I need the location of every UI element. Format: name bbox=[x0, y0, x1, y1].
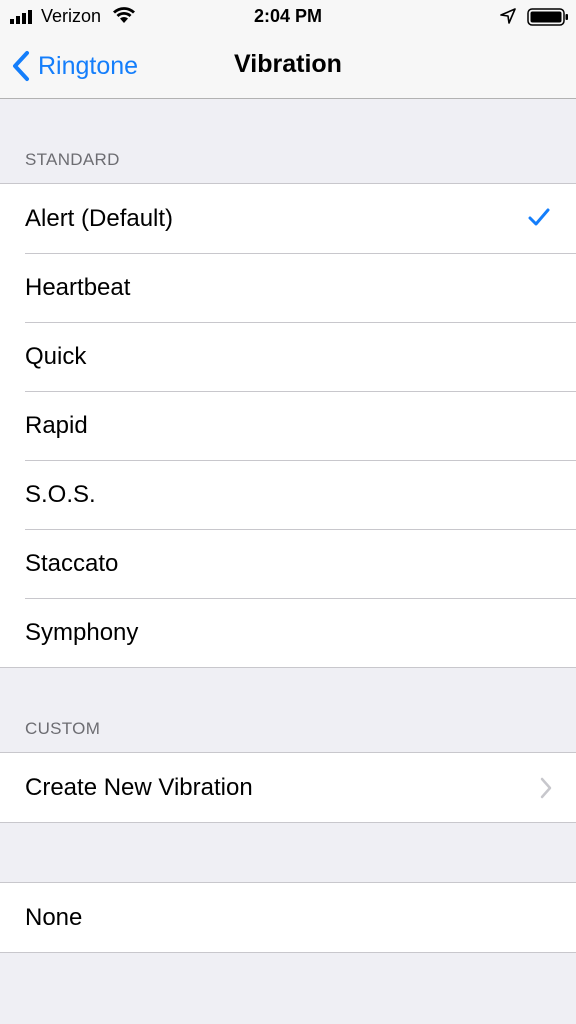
list-item-label: None bbox=[25, 903, 83, 931]
location-icon bbox=[500, 8, 516, 24]
status-bar: Verizon 2:04 PM bbox=[0, 0, 576, 34]
list-item-symphony[interactable]: Symphony bbox=[0, 598, 576, 667]
status-time: 2:04 PM bbox=[253, 6, 323, 26]
list-item-sos[interactable]: S.O.S. bbox=[0, 460, 576, 529]
battery-icon bbox=[527, 8, 568, 26]
list-item-quick[interactable]: Quick bbox=[0, 322, 576, 391]
page-title: Vibration bbox=[234, 50, 342, 78]
list-item-label: Create New Vibration bbox=[25, 773, 253, 801]
list-item-staccato[interactable]: Staccato bbox=[0, 529, 576, 598]
section-header-custom: CUSTOM bbox=[25, 719, 101, 738]
list-item-label: Quick bbox=[25, 342, 87, 370]
list-item-label: Rapid bbox=[25, 411, 88, 439]
list-item-label: S.O.S. bbox=[25, 480, 96, 508]
list-item-label: Heartbeat bbox=[25, 273, 131, 301]
list-item-label: Symphony bbox=[25, 618, 139, 646]
list-item-label: Staccato bbox=[25, 549, 119, 577]
none-list: None bbox=[0, 882, 576, 953]
create-new-vibration-item[interactable]: Create New Vibration bbox=[0, 753, 576, 822]
list-item-none[interactable]: None bbox=[0, 883, 576, 952]
chevron-right-icon bbox=[540, 777, 552, 799]
list-item-heartbeat[interactable]: Heartbeat bbox=[0, 253, 576, 322]
custom-list: Create New Vibration bbox=[0, 752, 576, 823]
list-item-label: Alert (Default) bbox=[25, 204, 174, 232]
standard-list: Alert (Default) Heartbeat Quick Rapid S.… bbox=[0, 183, 576, 668]
navigation-bar: Ringtone Vibration bbox=[0, 34, 576, 99]
list-item-alert-default[interactable]: Alert (Default) bbox=[0, 184, 576, 253]
checkmark-icon bbox=[528, 208, 550, 226]
list-item-rapid[interactable]: Rapid bbox=[0, 391, 576, 460]
section-header-standard: STANDARD bbox=[25, 150, 120, 169]
